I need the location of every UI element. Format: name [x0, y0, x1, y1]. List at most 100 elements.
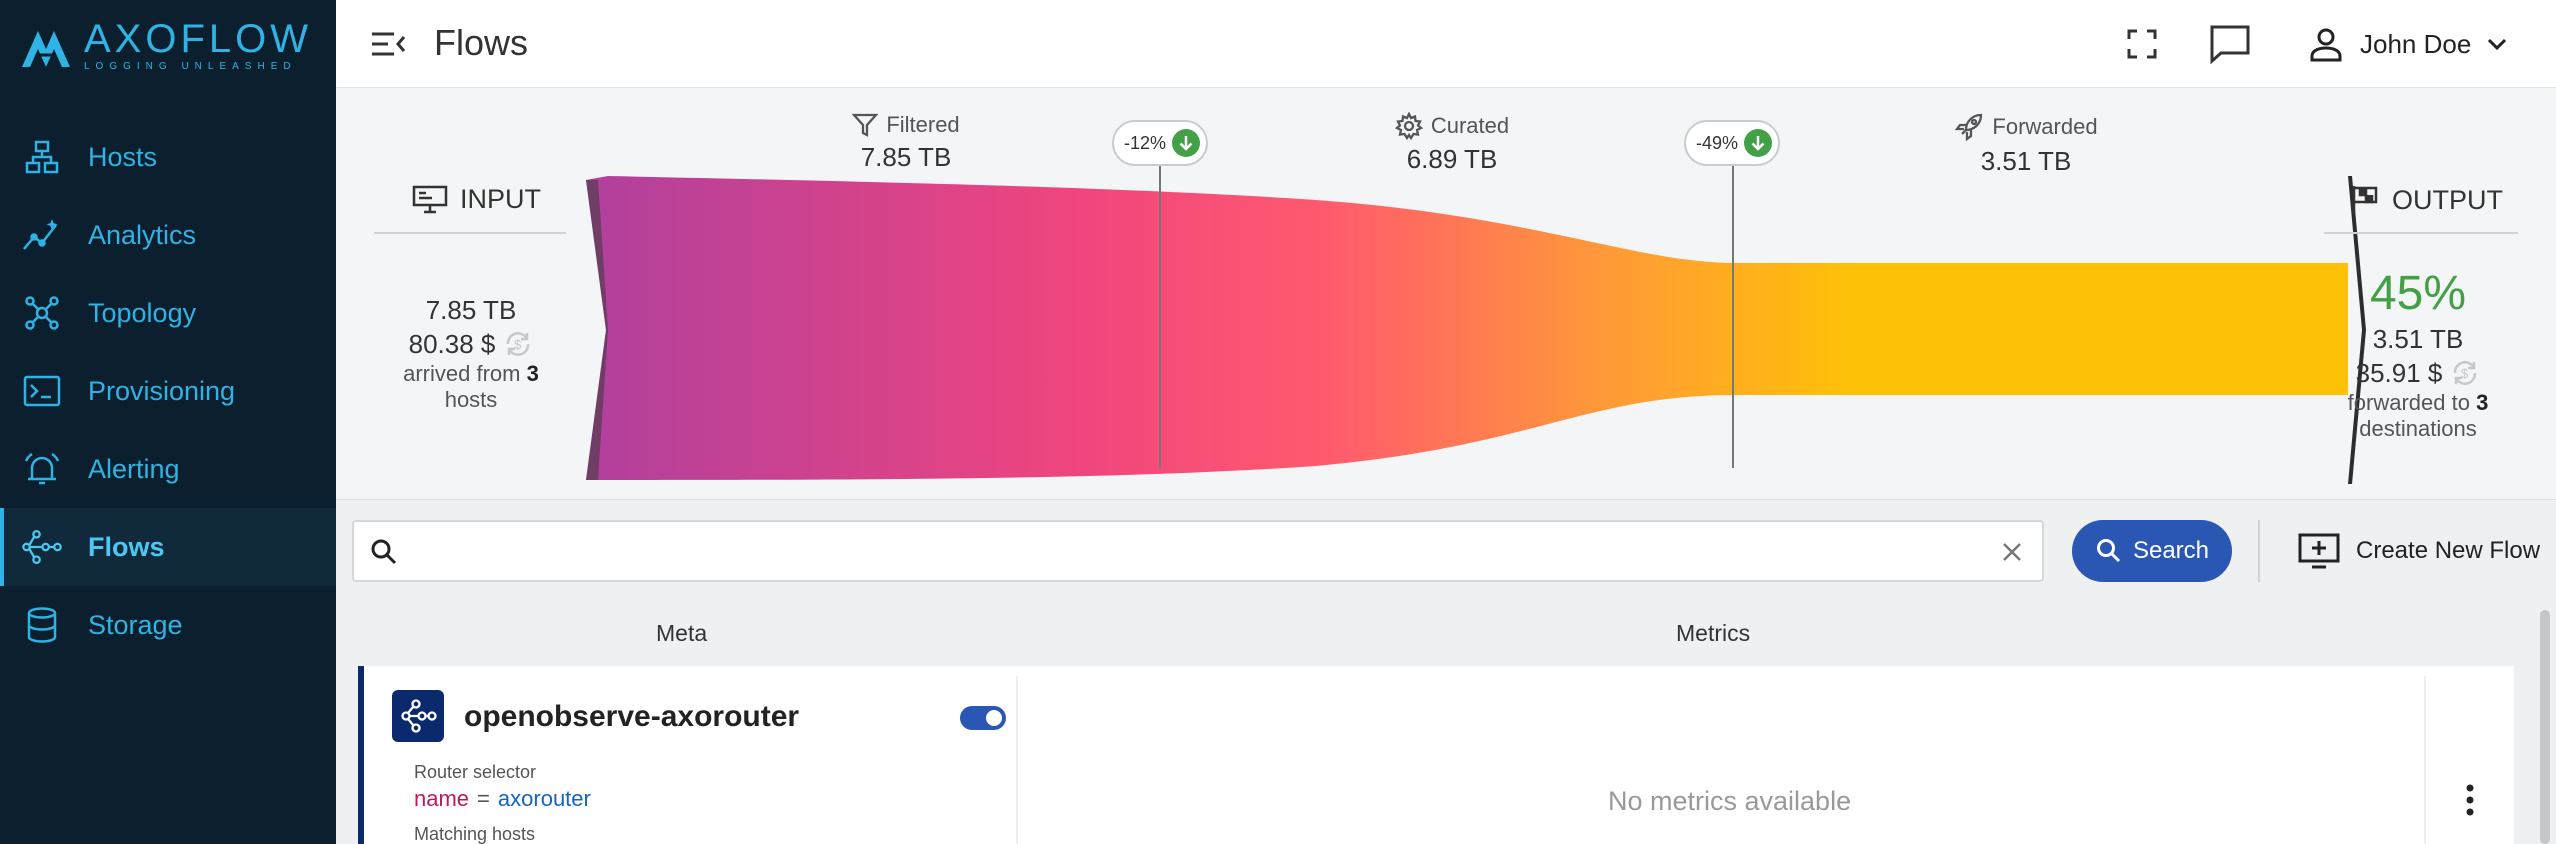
search-input[interactable]	[414, 530, 1974, 574]
column-header-meta: Meta	[656, 620, 708, 646]
create-new-flow-label: Create New Flow	[2356, 537, 2541, 564]
top-header: Flows John Doe	[336, 0, 2556, 88]
gear-icon	[1394, 112, 1423, 140]
svg-text:$: $	[2461, 366, 2469, 381]
reduction-badge: -49%	[1684, 120, 1781, 166]
router-selector-expression: name = axorouter	[414, 786, 591, 812]
input-cost: 80.38 $	[408, 329, 496, 359]
stage-filtered: Filtered 7.85 TB	[796, 112, 1016, 173]
search-icon	[2096, 539, 2121, 563]
flow-summary: INPUT 7.85 TB 80.38 $ $ arrived from 3 h…	[336, 88, 2556, 500]
input-stats: 7.85 TB 80.38 $ $ arrived from 3 hosts	[372, 293, 570, 413]
sidebar-item-label: Analytics	[88, 219, 197, 250]
flow-name[interactable]: openobserve-axorouter	[464, 700, 799, 734]
cost-refresh-icon[interactable]: $	[503, 329, 533, 359]
sidebar-item-label: Flows	[88, 531, 165, 562]
alerting-icon	[22, 449, 62, 489]
search-icon	[371, 539, 397, 565]
stage-value: 7.85 TB	[860, 142, 952, 172]
input-title-group: INPUT	[412, 184, 541, 215]
stage-value: 3.51 TB	[1980, 146, 2072, 176]
axoflow-logo-icon	[22, 31, 70, 67]
output-stats: 45% 3.51 TB 35.91 $ $ forwarded to 3 des…	[2308, 266, 2528, 442]
sidebar-item-flows[interactable]: Flows	[0, 508, 336, 586]
sidebar-nav: Hosts Analytics Topology Provisioning Al…	[0, 118, 336, 664]
output-title: OUTPUT	[2392, 184, 2503, 215]
flows-icon	[22, 527, 62, 567]
analytics-icon	[22, 215, 62, 255]
hosts-icon	[22, 137, 62, 177]
user-menu[interactable]: John Doe	[2306, 22, 2511, 66]
page-title: Flows	[434, 22, 529, 63]
arrow-down-icon	[1172, 129, 1201, 157]
topology-icon	[22, 293, 62, 333]
cost-refresh-icon[interactable]: $	[2450, 358, 2480, 388]
more-options-icon[interactable]	[2458, 780, 2482, 820]
output-cost: 35.91 $	[2355, 358, 2443, 388]
add-box-icon	[2298, 533, 2340, 569]
fullscreen-icon[interactable]	[2120, 22, 2164, 66]
toolbar-divider	[2258, 520, 2260, 582]
sidebar: AXOFLOW LOGGING UNLEASHED Hosts Analytic…	[0, 0, 336, 844]
flow-node-icon	[392, 690, 444, 742]
sidebar-item-label: Alerting	[88, 453, 180, 484]
arrow-down-icon	[1744, 129, 1773, 157]
stage-separator	[1732, 164, 1734, 468]
svg-text:$: $	[514, 337, 522, 352]
sidebar-item-hosts[interactable]: Hosts	[0, 118, 336, 196]
stage-label: Curated	[1430, 113, 1510, 138]
column-header-metrics: Metrics	[1676, 620, 1751, 646]
selector-value: axorouter	[497, 786, 591, 811]
search-button-label: Search	[2132, 537, 2210, 564]
logo[interactable]: AXOFLOW LOGGING UNLEASHED	[18, 18, 312, 74]
flag-icon	[2352, 186, 2378, 214]
input-arrived-prefix: arrived from	[403, 361, 521, 386]
output-percent: 45%	[2369, 267, 2467, 320]
stage-value: 6.89 TB	[1406, 144, 1498, 174]
output-forwarded-suffix: destinations	[2359, 416, 2477, 441]
input-volume: 7.85 TB	[425, 295, 517, 325]
search-button[interactable]: Search	[2072, 520, 2232, 582]
output-title-group: OUTPUT	[2350, 184, 2503, 216]
filter-icon	[852, 113, 879, 137]
output-volume: 3.51 TB	[2372, 324, 2464, 354]
sidebar-item-analytics[interactable]: Analytics	[0, 196, 336, 274]
input-host-count: 3	[526, 361, 539, 386]
sidebar-item-topology[interactable]: Topology	[0, 274, 336, 352]
reduction-value: -49%	[1696, 132, 1739, 153]
card-divider	[2424, 676, 2426, 844]
menu-collapse-icon[interactable]	[368, 24, 408, 64]
sidebar-item-alerting[interactable]: Alerting	[0, 430, 336, 508]
stage-curated: Curated 6.89 TB	[1342, 112, 1562, 175]
vertical-scrollbar[interactable]	[2540, 610, 2550, 844]
stage-label: Forwarded	[1992, 114, 2098, 139]
search-box	[352, 520, 2044, 582]
rocket-icon	[1955, 113, 1983, 142]
logo-name: AXOFLOW	[84, 17, 313, 61]
reduction-value: -12%	[1124, 132, 1167, 153]
search-toolbar: Search Create New Flow	[336, 502, 2556, 598]
feedback-icon[interactable]	[2208, 22, 2252, 66]
output-destination-count: 3	[2476, 390, 2489, 415]
create-new-flow-button[interactable]: Create New Flow	[2298, 520, 2540, 582]
sidebar-item-storage[interactable]: Storage	[0, 586, 336, 664]
sidebar-item-label: Topology	[88, 297, 197, 328]
table-header: Meta Metrics	[336, 598, 2556, 666]
input-title: INPUT	[460, 184, 541, 214]
clear-icon[interactable]	[1996, 536, 2028, 568]
sidebar-item-provisioning[interactable]: Provisioning	[0, 352, 336, 430]
flow-card[interactable]: openobserve-axorouter Router selector na…	[358, 666, 2514, 844]
user-icon	[2310, 28, 2342, 62]
router-selector-label: Router selector	[414, 762, 537, 782]
logo-tagline: LOGGING UNLEASHED	[84, 61, 297, 72]
output-forwarded-prefix: forwarded to	[2347, 390, 2470, 415]
sidebar-item-label: Storage	[88, 609, 183, 640]
provisioning-icon	[22, 371, 62, 411]
reduction-badge: -12%	[1112, 120, 1209, 166]
chevron-down-icon	[2488, 38, 2507, 51]
stage-label: Filtered	[886, 112, 960, 137]
flow-enabled-toggle[interactable]	[960, 706, 1006, 730]
matching-hosts-label: Matching hosts	[414, 824, 536, 844]
no-metrics-text: No metrics available	[1608, 786, 1852, 816]
selector-key: name	[414, 786, 470, 811]
